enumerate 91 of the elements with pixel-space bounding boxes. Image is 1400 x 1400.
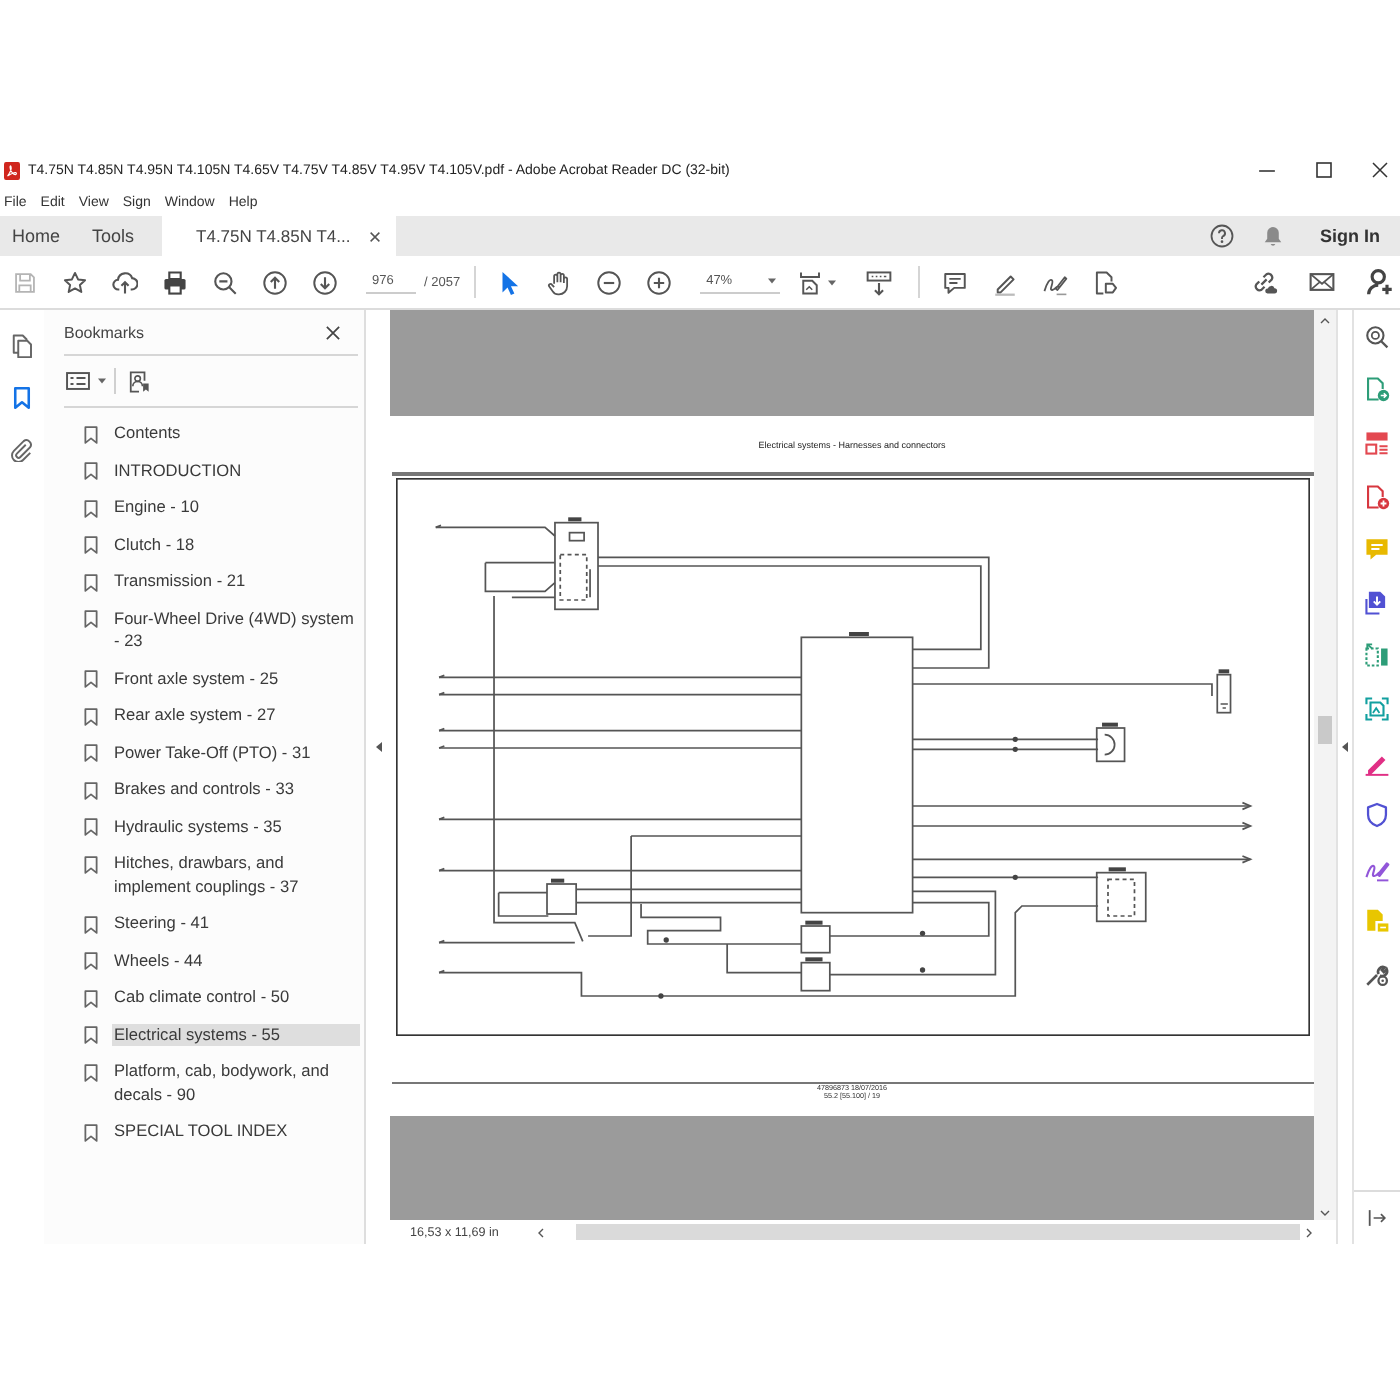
bookmark-icon xyxy=(84,989,98,1007)
close-icon[interactable] xyxy=(370,231,381,241)
collapse-panel-icon[interactable] xyxy=(1368,1210,1386,1226)
panel-title: Bookmarks xyxy=(64,323,145,341)
bookmark-icon xyxy=(84,1063,98,1081)
scrollbar-thumb[interactable] xyxy=(1318,716,1332,744)
list-options-icon[interactable] xyxy=(66,372,90,390)
bookmark-icon xyxy=(84,610,98,628)
bookmark-item[interactable]: Engine - 10 xyxy=(112,496,360,519)
bookmark-item[interactable]: Four-Wheel Drive (4WD) system - 23 xyxy=(112,607,360,653)
cloud-upload-icon[interactable] xyxy=(112,269,138,295)
caret-icon[interactable] xyxy=(828,279,837,285)
plus-circle-icon[interactable] xyxy=(646,269,673,295)
maximize-icon[interactable] xyxy=(1316,162,1332,178)
bookmark-icon xyxy=(84,915,98,933)
arrow-up-circle-icon[interactable] xyxy=(262,269,288,295)
bookmark-icon xyxy=(84,1026,98,1044)
bookmark-icon xyxy=(84,573,98,591)
bookmark-icon xyxy=(84,952,98,970)
panel-handle-icon[interactable] xyxy=(375,742,381,752)
bookmark-item[interactable]: Hitches, drawbars, and implement couplings - 37 xyxy=(112,852,360,898)
chevron-down-icon[interactable] xyxy=(1320,1210,1330,1216)
link-icon[interactable] xyxy=(1250,268,1278,296)
bookmark-item[interactable]: Electrical systems - 55 xyxy=(112,1023,360,1046)
nav-tab[interactable]: Tools xyxy=(76,216,151,256)
zoom-out-icon[interactable] xyxy=(212,269,238,295)
caret-icon[interactable] xyxy=(768,278,777,284)
scan-icon[interactable] xyxy=(1364,695,1390,722)
bookmark-item[interactable]: Rear axle system - 27 xyxy=(112,704,360,727)
chevron-left-icon[interactable] xyxy=(538,1227,545,1237)
bookmark-item[interactable]: Contents xyxy=(112,422,360,445)
document-download-icon[interactable] xyxy=(1364,589,1390,616)
bookmark-icon xyxy=(84,707,98,725)
minus-circle-icon[interactable] xyxy=(596,269,623,295)
hand-icon[interactable] xyxy=(546,269,573,295)
zoom-search-icon[interactable] xyxy=(1364,323,1390,350)
nav-tab[interactable]: Home xyxy=(0,216,77,256)
wrench-icon[interactable] xyxy=(1364,961,1390,988)
document-plus-icon[interactable] xyxy=(1364,483,1390,510)
page-compress-icon[interactable] xyxy=(1364,642,1390,669)
add-user-icon[interactable] xyxy=(1366,268,1394,296)
bookmark-icon[interactable] xyxy=(10,386,34,410)
document-tag-icon[interactable] xyxy=(1092,269,1119,295)
document-arrow-icon[interactable] xyxy=(1364,376,1390,403)
sign-in-button[interactable]: Sign In xyxy=(1320,226,1380,246)
mail-icon[interactable] xyxy=(1308,268,1336,296)
pdf-document-icon xyxy=(4,161,20,179)
paperclip-icon[interactable] xyxy=(10,438,34,462)
comment-icon[interactable] xyxy=(942,269,969,295)
bell-icon[interactable] xyxy=(1262,224,1284,248)
panel-handle-icon[interactable] xyxy=(1342,742,1348,752)
bookmark-icon xyxy=(84,855,98,873)
bookmark-item[interactable]: Steering - 41 xyxy=(112,912,360,935)
bookmark-item[interactable]: Transmission - 21 xyxy=(112,570,360,593)
page-layout-icon[interactable] xyxy=(1364,429,1390,456)
chevron-right-icon[interactable] xyxy=(1306,1227,1313,1237)
close-icon[interactable] xyxy=(326,325,340,339)
bookmark-item[interactable]: Hydraulic systems - 35 xyxy=(112,815,360,838)
scrollbar-thumb[interactable] xyxy=(576,1224,1301,1240)
bookmark-item[interactable]: INTRODUCTION xyxy=(112,459,360,482)
bookmark-item[interactable]: Front axle system - 25 xyxy=(112,667,360,690)
bookmark-item[interactable]: Clutch - 18 xyxy=(112,533,360,556)
bookmark-icon xyxy=(84,781,98,799)
bookmark-item[interactable]: SPECIAL TOOL INDEX xyxy=(112,1120,360,1143)
bookmark-item[interactable]: Brakes and controls - 33 xyxy=(112,778,360,801)
bookmark-item[interactable]: Cab climate control - 50 xyxy=(112,986,360,1009)
caret-icon[interactable] xyxy=(98,378,106,384)
close-icon[interactable] xyxy=(1372,162,1388,178)
bookmark-item[interactable]: Power Take-Off (PTO) - 31 xyxy=(112,741,360,764)
bookmark-item[interactable]: Wheels - 44 xyxy=(112,949,360,972)
bookmark-icon xyxy=(84,425,98,443)
pages-icon[interactable] xyxy=(10,334,34,358)
bookmark-icon xyxy=(84,818,98,836)
print-icon[interactable] xyxy=(162,269,188,295)
star-icon[interactable] xyxy=(62,269,88,295)
bookmark-icon xyxy=(84,1123,98,1141)
bookmark-icon xyxy=(84,462,98,480)
bookmark-icon xyxy=(84,499,98,517)
bookmark-icon xyxy=(84,670,98,688)
bookmark-item[interactable]: Platform, cab, bodywork, and decals - 90 xyxy=(112,1060,360,1106)
scroll-mode-icon[interactable] xyxy=(866,269,893,295)
help-icon[interactable] xyxy=(1210,224,1234,248)
shield-icon[interactable] xyxy=(1364,802,1390,829)
bookmark-search-icon[interactable] xyxy=(128,369,150,393)
chevron-up-icon[interactable] xyxy=(1320,318,1330,324)
fit-page-icon[interactable] xyxy=(798,269,823,295)
document-tab[interactable]: T4.75N T4.85N T4... xyxy=(162,216,397,256)
bookmark-icon xyxy=(84,744,98,762)
bookmark-icon xyxy=(84,536,98,554)
highlighter-pen-icon[interactable] xyxy=(992,269,1019,295)
arrow-down-circle-icon[interactable] xyxy=(312,269,338,295)
